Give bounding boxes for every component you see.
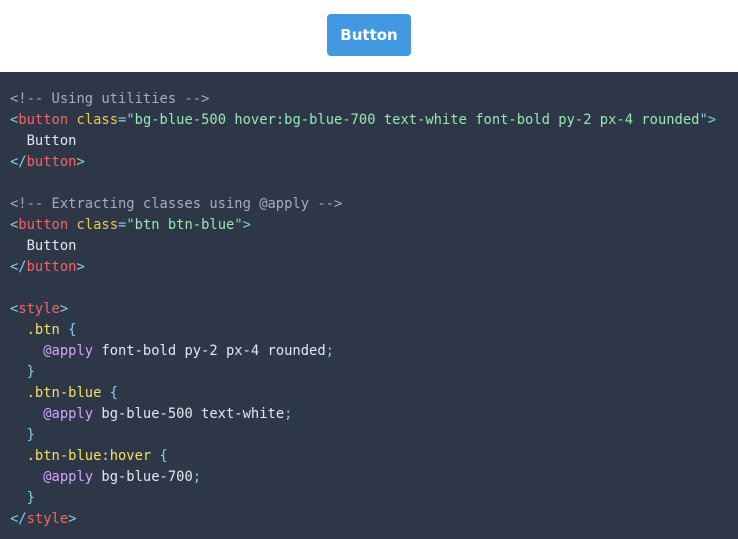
code-token-tag: style	[18, 301, 60, 317]
code-line: </style>	[10, 509, 738, 530]
code-token-text: bg-blue-500 text-white	[93, 406, 285, 422]
code-token-punct: ;	[325, 343, 334, 359]
code-block: <!-- Using utilities --> <button class="b…	[0, 72, 738, 539]
code-token-punct: }	[10, 364, 35, 380]
code-token-text: Button	[10, 238, 77, 254]
code-line: }	[10, 362, 738, 383]
code-line: <!-- Using utilities -->	[10, 89, 738, 110]
code-content: <!-- Using utilities --> <button class="b…	[0, 72, 738, 530]
code-token-string: btn btn-blue	[134, 217, 235, 233]
code-token-tag: button	[18, 217, 69, 233]
code-token-comment: <!-- Using utilities -->	[10, 91, 210, 107]
demo-button[interactable]: Button	[327, 14, 411, 56]
code-token-punct: "	[699, 112, 708, 128]
code-token-selector: .btn-blue	[26, 385, 102, 401]
code-token-punct: {	[151, 448, 168, 464]
code-token-punct: >	[68, 511, 77, 527]
code-line: <button class="bg-blue-500 hover:bg-blue…	[10, 110, 738, 131]
code-token-punct: "	[126, 112, 135, 128]
code-token-punct: {	[59, 322, 77, 338]
code-token-text: font-bold py-2 px-4 rounded	[93, 343, 326, 359]
code-line: .btn-blue {	[10, 383, 738, 404]
code-line: </button>	[10, 152, 738, 173]
code-line: Button	[10, 131, 738, 152]
code-line: @apply bg-blue-500 text-white;	[10, 404, 738, 425]
code-token-punct: ;	[284, 406, 293, 422]
code-line: }	[10, 488, 738, 509]
code-token-punct: >	[59, 301, 69, 317]
code-line: </button>	[10, 257, 738, 278]
code-token-punct: "	[234, 217, 243, 233]
code-token-attr: class	[76, 217, 119, 233]
code-token-punct: "	[126, 217, 135, 233]
code-token-selector: .btn-blue:hover	[26, 448, 152, 464]
code-line: @apply font-bold py-2 px-4 rounded;	[10, 341, 738, 362]
code-line: @apply bg-blue-700;	[10, 467, 738, 488]
code-token-at: @apply	[43, 469, 94, 485]
code-line: <style>	[10, 299, 738, 320]
code-token-selector: .btn	[26, 322, 60, 338]
code-token-comment: <!-- Extracting classes using @apply -->	[10, 196, 343, 212]
code-token-punct: </	[10, 511, 27, 527]
code-token-punct: </	[10, 154, 27, 170]
code-token-attr: class	[76, 112, 119, 128]
preview-area: Button	[0, 0, 738, 72]
code-line: .btn {	[10, 320, 738, 341]
code-token-tag: style	[26, 511, 69, 527]
code-token-punct: ;	[192, 469, 202, 485]
code-line: <button class="btn btn-blue">	[10, 215, 738, 236]
code-line: .btn-blue:hover {	[10, 446, 738, 467]
code-token-punct: </	[10, 259, 27, 275]
code-token-tag: button	[26, 259, 77, 275]
code-token-punct: >	[76, 154, 85, 170]
code-token-text: Button	[10, 133, 77, 149]
code-token-at: @apply	[43, 406, 94, 422]
code-token-punct: }	[10, 427, 35, 443]
code-token-punct: {	[101, 385, 119, 401]
code-token-punct: >	[242, 217, 251, 233]
code-token-text: bg-blue-700	[93, 469, 193, 485]
code-token-tag: button	[18, 112, 69, 128]
code-line: Button	[10, 236, 738, 257]
code-line: <!-- Extracting classes using @apply -->	[10, 194, 738, 215]
code-token-string: bg-blue-500 hover:bg-blue-700 text-white…	[134, 112, 700, 128]
code-line: }	[10, 425, 738, 446]
code-token-tag: button	[26, 154, 77, 170]
code-token-punct: >	[707, 112, 717, 128]
code-token-punct: }	[10, 490, 35, 506]
code-token-at: @apply	[43, 343, 94, 359]
code-token-punct: >	[76, 259, 85, 275]
